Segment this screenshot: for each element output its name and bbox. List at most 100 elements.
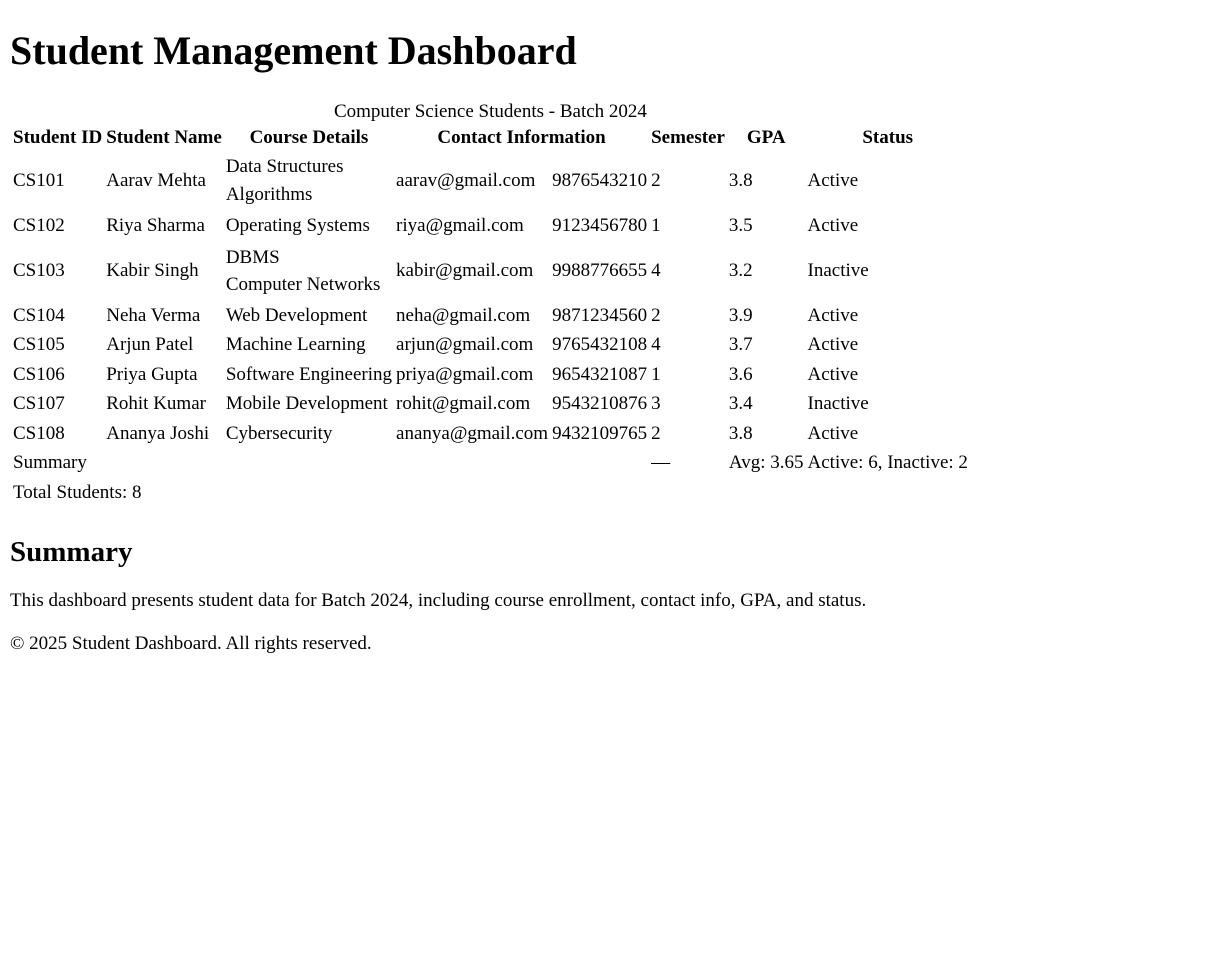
header-student-name: Student Name: [106, 127, 222, 148]
cell-student-id: CS108: [13, 422, 65, 444]
cell-email: arjun@gmail.com: [396, 334, 534, 355]
table-body: CS101 Aarav Mehta Data Structures Algori…: [12, 152, 969, 447]
summary-row-gpa: Avg: 3.65: [728, 452, 804, 473]
cell-gpa: 3.9: [728, 304, 753, 326]
cell-semester: 1: [651, 215, 661, 236]
cell-semester: 1: [651, 363, 661, 385]
table-row: CS106 Priya Gupta Software Engineering p…: [12, 361, 969, 389]
cell-email: riya@gmail.com: [396, 215, 524, 236]
cell-phone: 9654321087: [552, 363, 648, 385]
cell-course-details: Software Engineering: [225, 363, 393, 385]
cell-email: neha@gmail.com: [396, 304, 531, 326]
cell-email: kabir@gmail.com: [396, 260, 534, 282]
header-status: Status: [862, 127, 914, 148]
summary-row-semester: —: [651, 452, 671, 473]
cell-phone: 9871234560: [552, 304, 648, 326]
cell-status: Inactive: [807, 393, 869, 414]
cell-status: Active: [807, 422, 859, 444]
cell-student-id: CS107: [13, 393, 65, 414]
cell-student-name: Priya Gupta: [106, 363, 198, 385]
cell-student-name: Aarav Mehta: [106, 169, 206, 191]
total-row: Total Students: 8: [12, 479, 969, 507]
cell-student-name: Riya Sharma: [106, 215, 205, 236]
cell-email: ananya@gmail.com: [396, 422, 549, 444]
course-item: DBMS: [225, 246, 280, 268]
summary-heading: Summary: [10, 536, 133, 568]
summary-text: This dashboard presents student data for…: [10, 590, 867, 611]
table-header-row: Student ID Student Name Course Details C…: [12, 126, 969, 150]
table-row: CS101 Aarav Mehta Data Structures Algori…: [12, 152, 969, 209]
summary-row-label: Summary: [13, 452, 87, 473]
cell-gpa: 3.4: [728, 393, 753, 414]
cell-phone: 9988776655: [552, 260, 648, 282]
table-row: CS103 Kabir Singh DBMS Computer Networks…: [12, 243, 969, 300]
table-row: CS105 Arjun Patel Machine Learning arjun…: [12, 331, 969, 359]
cell-student-name: Neha Verma: [106, 304, 201, 326]
cell-email: rohit@gmail.com: [396, 393, 531, 414]
cell-student-id: CS103: [13, 260, 65, 282]
cell-student-name: Rohit Kumar: [106, 393, 206, 414]
table-row: CS108 Ananya Joshi Cybersecurity ananya@…: [12, 420, 969, 448]
cell-semester: 2: [651, 169, 661, 191]
cell-gpa: 3.8: [728, 169, 753, 191]
cell-student-id: CS104: [13, 304, 65, 326]
course-item: Data Structures: [225, 156, 344, 177]
cell-status: Active: [807, 334, 859, 355]
cell-course-details: Machine Learning: [225, 334, 366, 355]
cell-status: Active: [807, 363, 859, 385]
cell-gpa: 3.7: [728, 334, 753, 355]
cell-course-details: Mobile Development: [225, 393, 388, 414]
summary-row: Summary — Avg: 3.65 Active: 6, Inactive:…: [12, 449, 969, 477]
header-gpa: GPA: [746, 127, 786, 148]
cell-status: Active: [807, 169, 859, 191]
cell-status: Inactive: [807, 260, 869, 282]
cell-phone: 9123456780: [552, 215, 648, 236]
cell-student-id: CS101: [13, 169, 65, 191]
cell-course-details: Operating Systems: [225, 211, 393, 241]
table-footer: Summary — Avg: 3.65 Active: 6, Inactive:…: [12, 449, 969, 506]
summary-row-status: Active: 6, Inactive: 2: [807, 452, 968, 473]
cell-student-id: CS106: [13, 363, 65, 385]
table-row: CS107 Rohit Kumar Mobile Development roh…: [12, 390, 969, 418]
header-contact-information: Contact Information: [437, 127, 606, 148]
cell-status: Active: [807, 215, 859, 236]
table-row: CS104 Neha Verma Web Development neha@gm…: [12, 302, 969, 330]
cell-phone: 9876543210: [552, 169, 648, 191]
cell-status: Active: [807, 304, 859, 326]
cell-student-id: CS105: [13, 334, 65, 355]
total-students: Total Students: 8: [13, 481, 142, 503]
header-course-details: Course Details: [249, 127, 369, 148]
table-caption: Computer Science Students - Batch 2024: [333, 101, 647, 122]
cell-email: priya@gmail.com: [396, 363, 534, 385]
page-title: Student Management Dashboard: [10, 28, 577, 73]
cell-gpa: 3.2: [728, 260, 753, 282]
header-semester: Semester: [651, 127, 725, 148]
cell-semester: 2: [651, 422, 661, 444]
cell-phone: 9543210876: [552, 393, 648, 414]
cell-course-details: Web Development: [225, 304, 368, 326]
cell-gpa: 3.5: [728, 215, 753, 236]
page: Student Management Dashboard Computer Sc…: [0, 30, 1209, 655]
students-table: Computer Science Students - Batch 2024 S…: [10, 100, 971, 508]
cell-student-name: Ananya Joshi: [106, 422, 210, 444]
cell-semester: 3: [651, 393, 661, 414]
cell-semester: 2: [651, 304, 661, 326]
cell-semester: 4: [651, 260, 661, 282]
cell-phone: 9765432108: [552, 334, 648, 355]
header-student-id: Student ID: [13, 127, 103, 148]
cell-gpa: 3.8: [728, 422, 753, 444]
cell-semester: 4: [651, 334, 661, 355]
cell-course-details: Cybersecurity: [225, 422, 333, 444]
cell-email: aarav@gmail.com: [396, 169, 536, 191]
cell-student-id: CS102: [13, 215, 65, 236]
footer-copyright: © 2025 Student Dashboard. All rights res…: [10, 633, 372, 654]
cell-gpa: 3.6: [728, 363, 753, 385]
cell-student-name: Kabir Singh: [106, 260, 199, 282]
cell-phone: 9432109765: [552, 422, 648, 444]
cell-course-details: DBMS Computer Networks: [225, 243, 393, 300]
cell-course-details: Data Structures Algorithms: [225, 152, 393, 209]
cell-student-name: Arjun Patel: [106, 334, 194, 355]
table-header: Student ID Student Name Course Details C…: [12, 126, 969, 150]
course-item: Algorithms: [225, 183, 313, 205]
course-item: Operating Systems: [225, 215, 370, 236]
